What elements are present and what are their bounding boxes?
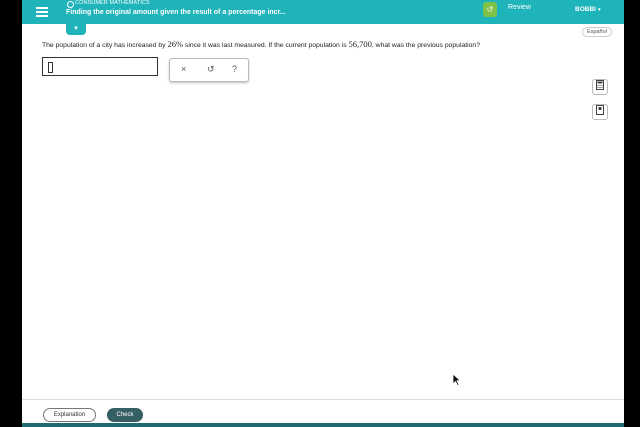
app-window: CONSUMER MATHEMATICS Finding the origina…: [22, 0, 624, 427]
progress-badge-icon[interactable]: ↺: [483, 2, 497, 17]
page-title: Finding the original amount given the re…: [66, 9, 286, 16]
question-middle: since it was last measured. If the curre…: [183, 42, 349, 49]
menu-icon[interactable]: [36, 7, 48, 17]
topic-circle-icon: [67, 1, 74, 8]
user-name: BOBBI: [575, 6, 596, 13]
user-menu[interactable]: BOBBI ▾: [575, 6, 600, 13]
help-button[interactable]: ?: [232, 64, 237, 74]
explanation-button[interactable]: Explanation: [43, 408, 96, 422]
undo-button[interactable]: ↺: [207, 64, 215, 75]
tool-panel: × ↺ ?: [169, 58, 249, 82]
question-suffix: , what was the previous population?: [371, 42, 480, 49]
language-toggle[interactable]: Español: [582, 27, 612, 37]
review-link[interactable]: Review: [508, 4, 531, 11]
question-percent: 26%: [167, 39, 184, 49]
check-button[interactable]: Check: [107, 408, 143, 422]
answer-input[interactable]: [42, 57, 158, 76]
textbook-icon[interactable]: [592, 104, 608, 120]
clear-button[interactable]: ×: [181, 64, 186, 74]
footer-accent-bar: [22, 423, 624, 427]
chevron-down-icon: ▾: [597, 7, 601, 13]
question-population: 56,700: [348, 39, 372, 49]
input-cursor-icon: [48, 62, 53, 73]
expand-tab-chevron-icon[interactable]: ▼: [66, 24, 86, 35]
topic-label: CONSUMER MATHEMATICS: [75, 0, 150, 6]
question-text: The population of a city has increased b…: [42, 39, 480, 49]
question-prefix: The population of a city has increased b…: [42, 42, 168, 49]
header-bar: CONSUMER MATHEMATICS Finding the origina…: [22, 0, 624, 24]
calculator-icon[interactable]: [592, 79, 608, 95]
mouse-pointer-icon: [452, 373, 462, 386]
